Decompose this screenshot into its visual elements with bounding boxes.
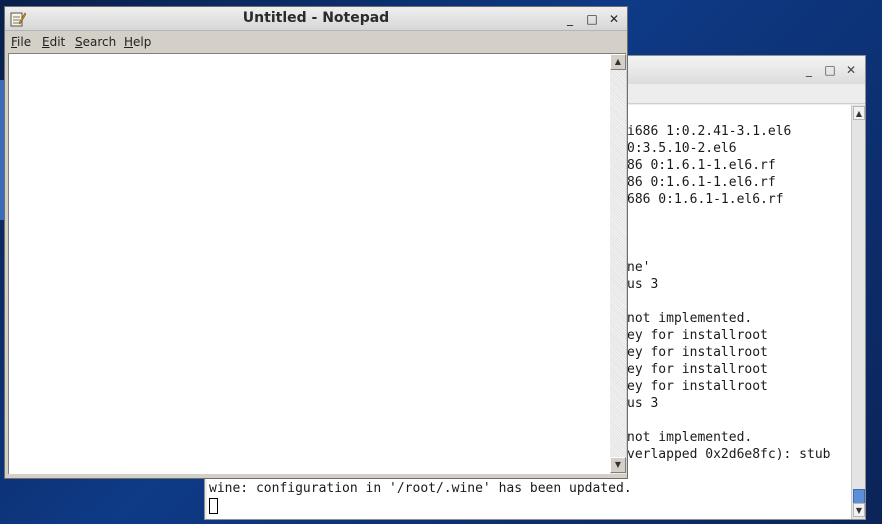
terminal-line: 86 0:1.6.1-1.el6.rf bbox=[627, 158, 776, 173]
menu-help-label: elp bbox=[133, 35, 152, 49]
notepad-close-button[interactable]: ✕ bbox=[606, 11, 622, 27]
terminal-line: ey for installroot bbox=[627, 345, 768, 360]
menu-edit[interactable]: Edit bbox=[42, 35, 65, 49]
terminal-line: ey for installroot bbox=[627, 379, 768, 394]
terminal-close-button[interactable]: ✕ bbox=[844, 63, 858, 77]
notepad-bottom-edge bbox=[8, 474, 626, 478]
terminal-line: not implemented. bbox=[627, 430, 753, 445]
terminal-prompt-line bbox=[209, 497, 632, 514]
notepad-scrollbar[interactable]: ▲ ▼ bbox=[610, 53, 626, 474]
terminal-line: ey for installroot bbox=[627, 362, 768, 377]
notepad-scroll-up-button[interactable]: ▲ bbox=[610, 54, 626, 70]
notepad-window-title: Untitled - Notepad bbox=[242, 10, 390, 26]
terminal-scrollbar[interactable]: ▲ ▼ bbox=[851, 105, 865, 519]
menu-help[interactable]: Help bbox=[124, 35, 151, 49]
terminal-bottom-lines: wine: configuration in '/root/.wine' has… bbox=[209, 480, 632, 514]
terminal-line: 686 0:1.6.1-1.el6.rf bbox=[627, 192, 784, 207]
terminal-line: i686 1:0.2.41-3.1.el6 bbox=[627, 124, 792, 139]
terminal-minimize-button[interactable]: _ bbox=[802, 63, 816, 77]
terminal-line: wine: configuration in '/root/.wine' has… bbox=[209, 481, 632, 496]
terminal-line: us 3 bbox=[627, 396, 659, 411]
terminal-line: ey for installroot bbox=[627, 328, 768, 343]
terminal-line: 86 0:1.6.1-1.el6.rf bbox=[627, 175, 776, 190]
notepad-minimize-button[interactable]: _ bbox=[562, 11, 578, 27]
menu-search[interactable]: Search bbox=[75, 35, 116, 49]
terminal-line: 0:3.5.10-2.el6 bbox=[627, 141, 737, 156]
notepad-titlebar[interactable]: Untitled - Notepad _ □ ✕ bbox=[5, 7, 627, 31]
menu-edit-accel: E bbox=[42, 35, 50, 49]
terminal-line: ne' bbox=[627, 260, 651, 275]
terminal-visible-lines: i686 1:0.2.41-3.1.el6 0:3.5.10-2.el6 86 … bbox=[627, 123, 831, 463]
terminal-scroll-up-button[interactable]: ▲ bbox=[853, 106, 865, 120]
notepad-menubar: File Edit Search Help bbox=[5, 31, 627, 53]
menu-file-label: ile bbox=[17, 35, 32, 49]
menu-file[interactable]: File bbox=[11, 35, 31, 49]
menu-search-accel: S bbox=[75, 35, 83, 49]
terminal-maximize-button[interactable]: □ bbox=[823, 63, 837, 77]
notepad-window[interactable]: Untitled - Notepad _ □ ✕ File Edit Searc… bbox=[4, 6, 628, 479]
terminal-line: not implemented. bbox=[627, 311, 753, 326]
menu-search-label: earch bbox=[82, 35, 117, 49]
menu-edit-label: dit bbox=[49, 35, 66, 49]
notepad-scroll-down-button[interactable]: ▼ bbox=[610, 457, 626, 473]
terminal-cursor bbox=[209, 497, 218, 514]
terminal-line: us 3 bbox=[627, 277, 659, 292]
notepad-maximize-button[interactable]: □ bbox=[584, 11, 600, 27]
notepad-text-area[interactable] bbox=[8, 53, 610, 474]
terminal-scroll-down-button[interactable]: ▼ bbox=[853, 503, 865, 517]
menu-help-accel: H bbox=[124, 35, 134, 49]
terminal-line: verlapped 0x2d6e8fc): stub bbox=[627, 447, 831, 462]
